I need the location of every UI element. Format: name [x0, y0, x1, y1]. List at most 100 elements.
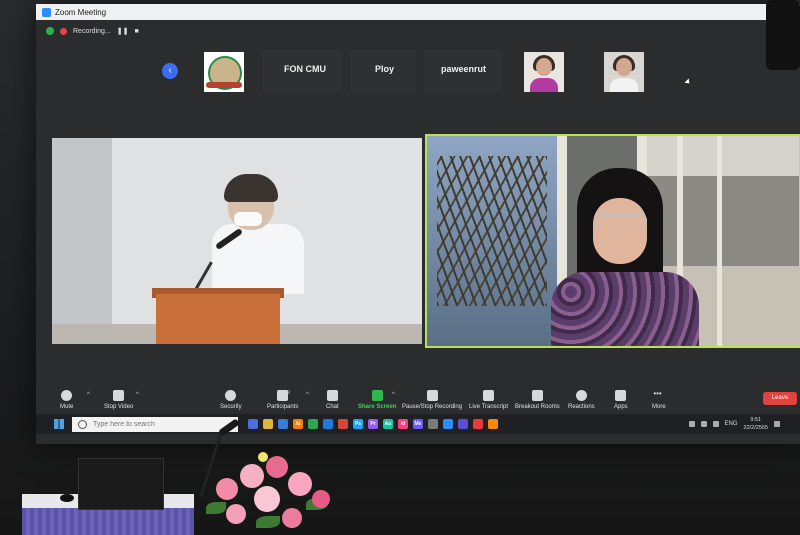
video-scene	[437, 156, 547, 306]
speaker-video-podium[interactable]	[52, 138, 422, 344]
taskbar-app-icon[interactable]: Au	[383, 419, 393, 429]
participant-thumb[interactable]: paweenrut	[424, 50, 502, 92]
taskbar-app-icon[interactable]: Pr	[368, 419, 378, 429]
notification-icon[interactable]	[774, 421, 780, 427]
avatar	[530, 78, 558, 92]
taskbar-app-icon[interactable]	[323, 419, 333, 429]
taskbar-app-icon[interactable]	[278, 419, 288, 429]
live-transcript-label: Live Transcript	[469, 404, 509, 410]
video-scene	[52, 138, 112, 344]
more-button[interactable]: ••• More	[652, 388, 666, 416]
taskbar-app-icon[interactable]	[443, 419, 453, 429]
breakout-rooms-button[interactable]: Breakout Rooms	[515, 388, 560, 416]
pause-stop-recording-button[interactable]: Pause/Stop Recording	[402, 388, 462, 416]
taskbar-app-icon[interactable]	[458, 419, 468, 429]
taskbar-app-icon[interactable]	[263, 419, 273, 429]
speaker-icon[interactable]	[712, 421, 719, 427]
smiley-icon	[575, 390, 587, 401]
pause-icon	[426, 390, 438, 401]
wifi-icon[interactable]	[700, 421, 707, 427]
taskbar-app-icon[interactable]: Ai	[293, 419, 303, 429]
leaf	[206, 502, 226, 514]
apps-button[interactable]: Apps	[614, 388, 628, 416]
participant-video-thumb[interactable]	[604, 52, 644, 92]
share-arrow-icon	[371, 390, 383, 401]
search-input[interactable]	[93, 420, 233, 428]
meeting-toolbar: Mute ^ Stop Video ^ Security Participant…	[36, 388, 800, 416]
ellipsis-icon: •••	[653, 389, 662, 398]
taskbar-search[interactable]	[72, 416, 238, 432]
flower	[216, 478, 238, 500]
recording-indicator: Recording... ❚❚ ■	[46, 24, 139, 38]
tray-icon[interactable]	[688, 421, 695, 427]
speaker-figure	[593, 198, 647, 264]
clock-time: 9:51	[750, 417, 762, 423]
flower	[288, 472, 312, 496]
desk-skirt	[22, 508, 194, 535]
security-button[interactable]: Security	[220, 388, 242, 416]
chat-label: Chat	[326, 404, 339, 410]
participant-name: Ploy	[375, 64, 395, 74]
participant-video-thumb[interactable]	[524, 52, 564, 92]
taskbar-app-icon[interactable]	[473, 419, 483, 429]
chevron-up-icon[interactable]: ^	[136, 392, 139, 398]
reactions-button[interactable]: Reactions	[568, 388, 595, 416]
breakout-grid-icon	[531, 390, 543, 401]
chevron-up-icon[interactable]: ^	[306, 392, 309, 398]
participants-button[interactable]: Participants	[267, 388, 298, 416]
apps-label: Apps	[614, 404, 628, 410]
taskbar-app-icon[interactable]: Id	[398, 419, 408, 429]
chevron-up-icon[interactable]: ^	[87, 392, 90, 398]
podium	[156, 294, 280, 344]
logo-ribbon	[206, 82, 242, 88]
participant-count: 9	[287, 390, 290, 396]
taskbar-app-icon[interactable]: Ps	[353, 419, 363, 429]
window-title: Zoom Meeting	[55, 7, 107, 17]
taskbar-app-icon[interactable]	[308, 419, 318, 429]
flower-arrangement	[196, 452, 346, 535]
camera-device	[766, 0, 800, 70]
chevron-up-icon[interactable]: ^	[392, 392, 395, 398]
participant-strip: ‹ FON CMU Ploy paweenrut	[36, 46, 800, 100]
windows-taskbar: Ai Ps Pr Au Id Me ENG 9:51 22/2/2565	[36, 414, 800, 434]
more-label: More	[652, 404, 666, 410]
taskbar-app-icon[interactable]	[248, 419, 258, 429]
leave-button[interactable]: Leave	[763, 392, 797, 405]
windows-start-icon[interactable]	[54, 419, 64, 429]
participant-thumb[interactable]: Ploy	[350, 50, 416, 92]
reactions-label: Reactions	[568, 404, 595, 410]
mute-button[interactable]: Mute	[60, 388, 73, 416]
window-titlebar: Zoom Meeting – ◻ ✕	[36, 4, 800, 20]
taskbar-clock[interactable]: 9:51 22/2/2565	[744, 416, 768, 432]
flower	[266, 456, 288, 478]
participant-thumb-logo[interactable]	[204, 52, 244, 92]
taskbar-app-icon[interactable]: Me	[413, 419, 423, 429]
shield-icon[interactable]	[46, 27, 54, 35]
avatar	[610, 78, 638, 92]
stop-icon[interactable]: ■	[134, 28, 138, 35]
flower	[258, 452, 268, 462]
taskbar-app-icon[interactable]	[338, 419, 348, 429]
search-icon	[78, 419, 87, 429]
video-camera-icon	[113, 390, 125, 401]
flower	[226, 504, 246, 524]
share-screen-button[interactable]: Share Screen	[358, 388, 396, 416]
taskbar-app-icon[interactable]	[488, 419, 498, 429]
active-speaker-video[interactable]	[425, 134, 800, 348]
computer-mouse	[60, 494, 74, 502]
mute-label: Mute	[60, 404, 74, 410]
cc-icon	[483, 390, 494, 401]
participants-label: Participants	[267, 404, 299, 410]
stop-video-button[interactable]: Stop Video	[104, 388, 133, 416]
taskbar-apps: Ai Ps Pr Au Id Me	[248, 419, 498, 429]
taskbar-app-icon[interactable]	[428, 419, 438, 429]
flower	[312, 490, 330, 508]
flower	[282, 508, 302, 528]
pause-icon[interactable]: ❚❚	[117, 27, 129, 35]
chevron-left-icon[interactable]: ‹	[162, 63, 178, 79]
stop-video-label: Stop Video	[104, 404, 134, 410]
language-indicator[interactable]: ENG	[725, 421, 738, 427]
participant-thumb[interactable]: FON CMU	[262, 50, 342, 92]
live-transcript-button[interactable]: Live Transcript	[469, 388, 508, 416]
chat-button[interactable]: Chat	[326, 388, 339, 416]
